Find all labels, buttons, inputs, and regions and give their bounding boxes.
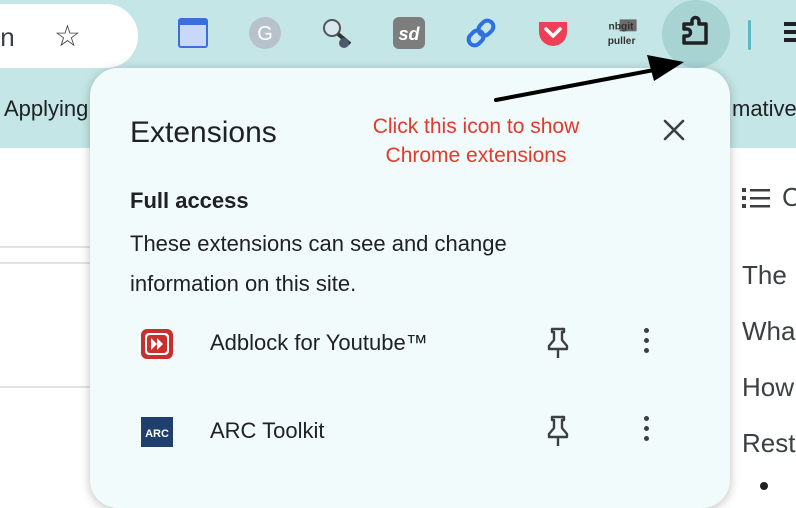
close-icon[interactable] xyxy=(662,118,686,142)
arc-toolkit-icon: ARC xyxy=(141,417,173,447)
section-description: These extensions can see and change info… xyxy=(130,231,507,296)
nbgitpuller-icon[interactable]: nbgit puller xyxy=(606,16,646,50)
menu-icon[interactable] xyxy=(784,18,796,48)
bookmark-item[interactable]: Applying xyxy=(4,96,88,122)
extension-name: Adblock for Youtube™ xyxy=(210,330,428,355)
magnifier-bug-icon[interactable] xyxy=(320,16,354,50)
grammarly-icon[interactable]: G xyxy=(248,16,282,50)
toc-item[interactable]: What xyxy=(742,316,796,347)
toolbar-divider xyxy=(748,20,751,50)
popup-title: Extensions xyxy=(130,116,277,149)
adblock-youtube-icon xyxy=(141,329,173,359)
table-of-contents-icon[interactable] xyxy=(742,186,772,210)
annotation-text: Click this icon to show Chrome extension… xyxy=(346,112,606,170)
toc-item[interactable]: The xyxy=(742,260,787,291)
address-bar-text: gin xyxy=(0,22,15,52)
notes-extension-icon[interactable] xyxy=(176,16,210,50)
divider xyxy=(0,262,96,264)
toc-item[interactable]: Rest xyxy=(742,428,795,459)
extension-row[interactable]: ARC ARC Toolkit xyxy=(90,402,730,462)
browser-toolbar: gin ☆ G sd nbgit puller xyxy=(0,0,796,72)
bookmark-star-icon[interactable]: ☆ xyxy=(54,22,81,52)
divider xyxy=(0,386,96,388)
svg-text:ARC: ARC xyxy=(145,428,169,440)
svg-text:puller: puller xyxy=(608,36,636,47)
pin-icon[interactable] xyxy=(544,326,572,360)
pocket-icon[interactable] xyxy=(536,16,570,50)
more-options-icon[interactable] xyxy=(640,416,652,448)
extensions-puzzle-button[interactable] xyxy=(662,0,730,68)
toc-item[interactable]: How xyxy=(742,372,794,403)
annotation-line: Click this icon to show xyxy=(372,115,580,138)
bookmark-item[interactable]: mative xyxy=(732,96,796,122)
section-title: Full access xyxy=(130,188,249,213)
link-icon[interactable] xyxy=(464,16,498,50)
more-options-icon[interactable] xyxy=(640,328,652,360)
toc-heading: C xyxy=(782,182,796,212)
sd-extension-icon[interactable]: sd xyxy=(392,16,426,50)
svg-text:nbgit: nbgit xyxy=(609,22,634,33)
svg-text:sd: sd xyxy=(398,24,420,44)
extension-name: ARC Toolkit xyxy=(210,418,325,443)
pin-icon[interactable] xyxy=(544,414,572,448)
extension-row[interactable]: Adblock for Youtube™ xyxy=(90,314,730,374)
annotation-line: Chrome extensions xyxy=(385,144,567,167)
divider xyxy=(0,246,96,248)
svg-text:G: G xyxy=(257,23,273,45)
address-bar[interactable]: gin ☆ xyxy=(0,4,138,68)
puzzle-icon xyxy=(682,15,708,45)
